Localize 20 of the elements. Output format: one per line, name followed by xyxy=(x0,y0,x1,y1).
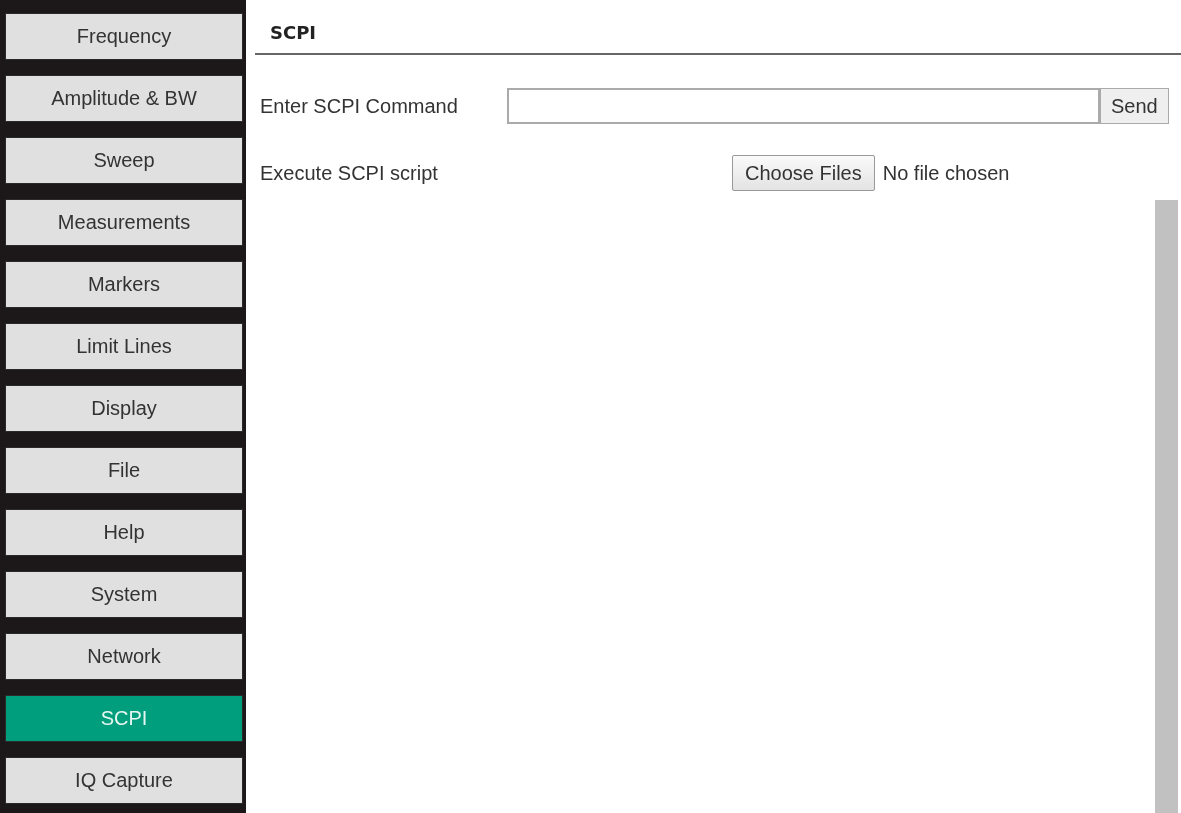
menu-button[interactable]: Amplitude & BW xyxy=(5,75,243,122)
scrollbar[interactable] xyxy=(1155,200,1178,813)
menu-button[interactable]: File xyxy=(5,447,243,494)
menu-button[interactable]: Limit Lines xyxy=(5,323,243,370)
menu-button[interactable]: Help xyxy=(5,509,243,556)
choose-files-button[interactable]: Choose Files xyxy=(732,155,875,191)
command-label: Enter SCPI Command xyxy=(260,94,459,118)
menu-button[interactable]: Display xyxy=(5,385,243,432)
command-field[interactable] xyxy=(507,88,1100,124)
menu-button[interactable]: Sweep xyxy=(5,137,243,184)
send-button[interactable]: Send xyxy=(1100,88,1169,124)
menu-button[interactable]: IQ Capture xyxy=(5,757,243,804)
menu-button[interactable]: Frequency xyxy=(5,13,243,60)
menu-button[interactable]: Network xyxy=(5,633,243,680)
file-status: No file chosen xyxy=(882,161,1010,185)
panel-title: SCPI xyxy=(255,0,1181,55)
menu-button[interactable]: System xyxy=(5,571,243,618)
menu-button[interactable]: Measurements xyxy=(5,199,243,246)
script-label: Execute SCPI script xyxy=(260,161,439,185)
menu-button[interactable]: Markers xyxy=(5,261,243,308)
